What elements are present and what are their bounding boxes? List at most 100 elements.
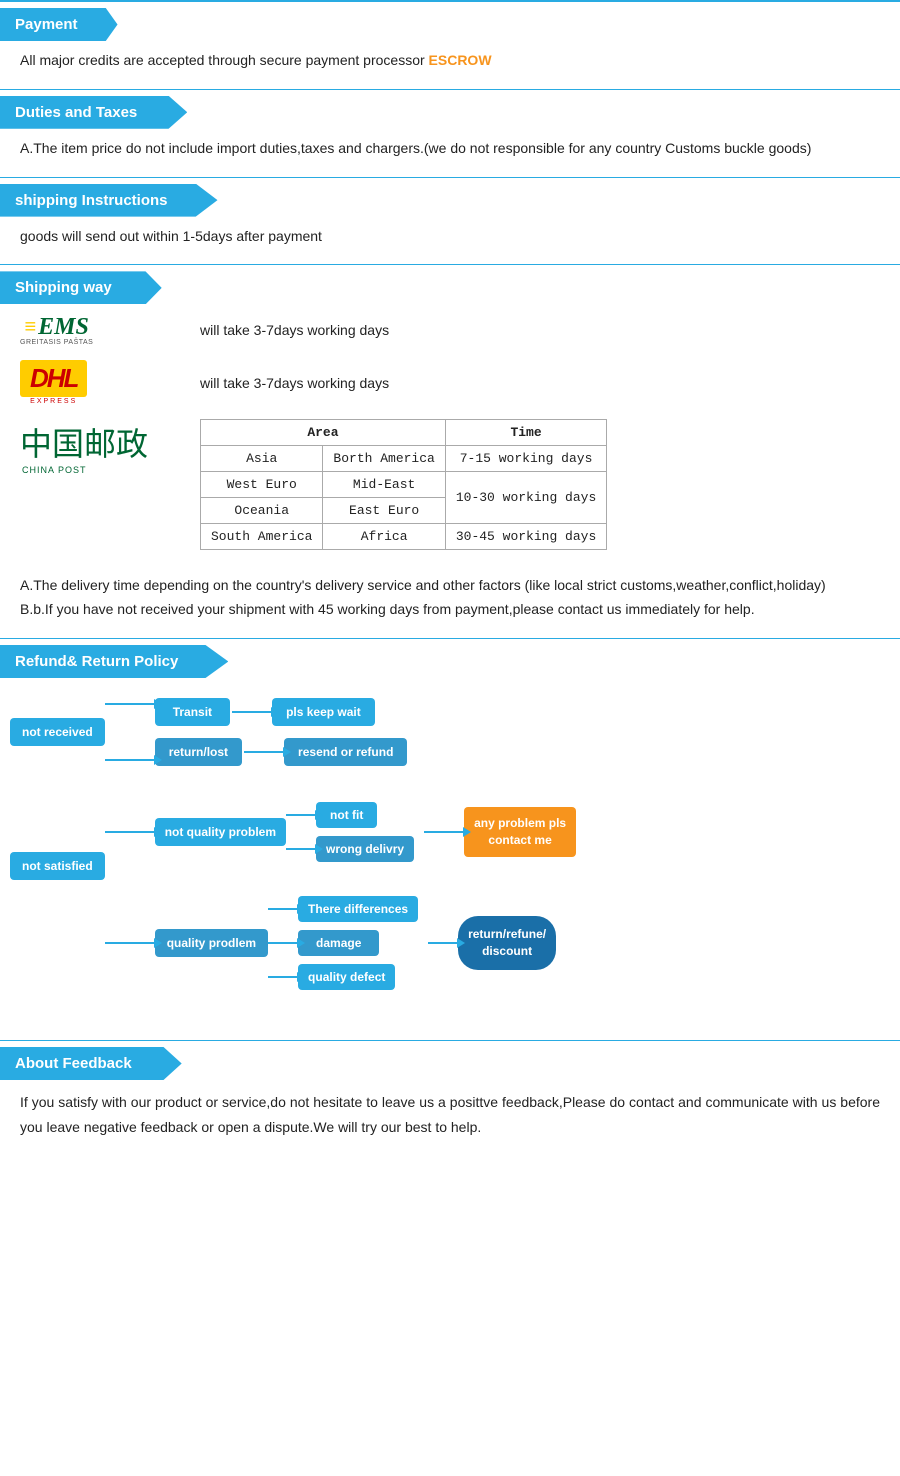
arrow-wd: [315, 844, 323, 854]
shipping-way-content: ≡ EMS GREITASIS PAŠTAS will take 3-7days…: [0, 304, 900, 566]
return-lost-branch: return/lost resend or refund: [105, 738, 408, 766]
line-to-any-problem: [424, 831, 464, 833]
shipping-instructions-text: goods will send out within 1-5days after…: [20, 228, 322, 244]
ems-subtitle: GREITASIS PAŠTAS: [20, 339, 93, 346]
not-quality-box: not quality problem: [155, 818, 286, 846]
table-cell: 10-30 working days: [445, 472, 606, 524]
duties-title: Duties and Taxes: [15, 104, 137, 121]
not-satisfied-group: not satisfied not quality problem: [10, 802, 890, 990]
table-cell: Asia: [201, 446, 323, 472]
arrow-returnlost: [154, 755, 162, 765]
payment-text: All major credits are accepted through s…: [20, 52, 425, 68]
quality-defect-box: quality defect: [298, 964, 395, 990]
refund-diagram: not received Transit pls keep wait: [0, 678, 900, 1040]
ems-row: ≡ EMS GREITASIS PAŠTAS will take 3-7days…: [20, 314, 880, 346]
not-fit-box: not fit: [316, 802, 377, 828]
damage-branch: damage: [268, 930, 418, 956]
ems-text: will take 3-7days working days: [200, 322, 389, 338]
payment-content: All major credits are accepted through s…: [0, 41, 900, 89]
table-cell: Borth America: [323, 446, 445, 472]
line-qd: [268, 976, 298, 978]
refund-title: Refund& Return Policy: [15, 653, 178, 670]
feedback-text: If you satisfy with our product or servi…: [20, 1094, 880, 1135]
arrow-qd: [297, 972, 305, 982]
arrow-transit: [154, 699, 162, 709]
shipping-instructions-section: shipping Instructions goods will send ou…: [0, 178, 900, 265]
ems-lightning-icon: ≡: [24, 316, 36, 339]
spacer: [10, 778, 890, 790]
there-diff-branch: There differences: [268, 896, 418, 922]
arrow-resend: [283, 747, 291, 757]
china-post-icon: 中国邮政: [20, 419, 148, 465]
table-header-area: Area: [201, 420, 446, 446]
not-satisfied-box: not satisfied: [10, 852, 105, 880]
ems-letters: EMS: [38, 314, 89, 341]
arrow-return-refund: [457, 938, 465, 948]
quality-problem-box: quality prodlem: [155, 929, 268, 957]
shipping-note-b: B.b.If you have not received your shipme…: [20, 598, 880, 622]
not-satisfied-branches: not quality problem not fit: [105, 802, 576, 990]
not-quality-subbranches: not fit wrong delivry: [286, 802, 414, 862]
transit-box: Transit: [155, 698, 230, 726]
not-received-group: not received Transit pls keep wait: [10, 698, 890, 766]
table-cell: Africa: [323, 524, 445, 550]
quality-defect-branch: quality defect: [268, 964, 418, 990]
dhl-row: DHL EXPRESS will take 3-7days working da…: [20, 360, 880, 405]
transit-branch: Transit pls keep wait: [105, 698, 408, 726]
table-header-time: Time: [445, 420, 606, 446]
dhl-letters: DHL: [30, 363, 77, 393]
line-to-returnlost: [105, 759, 155, 761]
table-cell: 30-45 working days: [445, 524, 606, 550]
dhl-logo: DHL EXPRESS: [20, 360, 180, 405]
table-row: Asia Borth America 7-15 working days: [201, 446, 607, 472]
line-transit-wait: [232, 711, 272, 713]
table-cell: East Euro: [323, 498, 445, 524]
any-problem-box: any problem plscontact me: [464, 807, 576, 857]
not-fit-branch: not fit: [286, 802, 414, 828]
feedback-section: About Feedback If you satisfy with our p…: [0, 1041, 900, 1160]
arrow-td: [297, 904, 305, 914]
china-post-table: Area Time Asia Borth America 7-15 workin…: [200, 419, 607, 550]
feedback-content: If you satisfy with our product or servi…: [0, 1080, 900, 1160]
china-post-logo: 中国邮政 CHINA POST: [20, 419, 180, 475]
table-cell: West Euro: [201, 472, 323, 498]
line-qp: [105, 942, 155, 944]
payment-section: Payment All major credits are accepted t…: [0, 0, 900, 89]
damage-box: damage: [298, 930, 379, 956]
line-returnlost-resend: [244, 751, 284, 753]
arrow-nq: [154, 827, 162, 837]
not-received-branches: Transit pls keep wait return/lost: [105, 698, 408, 766]
arrow-dmg: [297, 938, 305, 948]
line-to-transit: [105, 703, 155, 705]
refund-section: Refund& Return Policy not received: [0, 639, 900, 1040]
arrow-wait: [271, 707, 279, 717]
table-row: South America Africa 30-45 working days: [201, 524, 607, 550]
table-cell: Mid-East: [323, 472, 445, 498]
wrong-delivery-branch: wrong delivry: [286, 836, 414, 862]
return-refund-box: return/refune/discount: [458, 916, 556, 970]
line-td: [268, 908, 298, 910]
resend-refund-box: resend or refund: [284, 738, 407, 766]
table-row: West Euro Mid-East 10-30 working days: [201, 472, 607, 498]
shipping-way-section: Shipping way ≡ EMS GREITASIS PAŠTAS will…: [0, 265, 900, 638]
dhl-express-label: EXPRESS: [20, 398, 87, 405]
line-nf: [286, 814, 316, 816]
there-diff-box: There differences: [298, 896, 418, 922]
line-to-return-refund: [428, 942, 458, 944]
feedback-title: About Feedback: [15, 1055, 132, 1072]
shipping-way-title: Shipping way: [15, 279, 112, 296]
duties-content: A.The item price do not include import d…: [0, 129, 900, 177]
arrow-qp: [154, 938, 162, 948]
pls-keep-wait-box: pls keep wait: [272, 698, 375, 726]
shipping-notes: A.The delivery time depending on the cou…: [0, 566, 900, 638]
quality-subbranches: There differences damage: [268, 896, 418, 990]
china-post-row: 中国邮政 CHINA POST Area Time Asia Borth Ame…: [20, 419, 880, 550]
arrow-nf: [315, 810, 323, 820]
duties-section: Duties and Taxes A.The item price do not…: [0, 90, 900, 177]
china-post-english: CHINA POST: [22, 465, 180, 475]
ems-logo: ≡ EMS GREITASIS PAŠTAS: [20, 314, 180, 346]
not-received-box: not received: [10, 718, 105, 746]
arrow-any-problem: [463, 827, 471, 837]
payment-title: Payment: [15, 16, 78, 33]
shipping-note-a: A.The delivery time depending on the cou…: [20, 574, 880, 598]
